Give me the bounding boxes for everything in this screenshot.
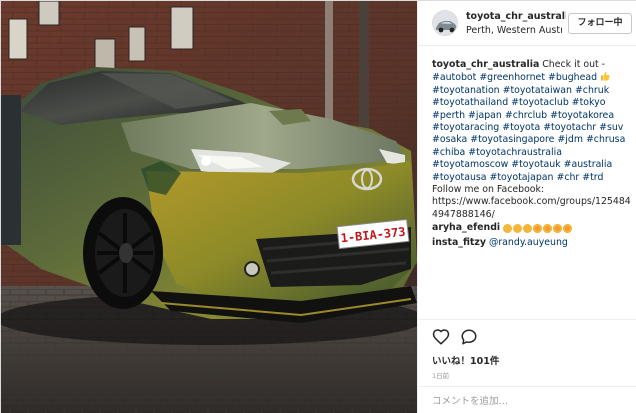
heart-eyes-face-icon (563, 224, 573, 234)
caption-lead-text: Check it out - (542, 59, 606, 70)
hashtag[interactable]: #toyotauk (511, 159, 560, 170)
thumbs-up-icon (601, 72, 610, 81)
hashtag[interactable]: #suv (599, 122, 623, 133)
comment-input[interactable] (432, 393, 622, 409)
hashtag[interactable]: #chrusa (586, 134, 625, 145)
hashtag[interactable]: #greenhornet (479, 72, 545, 83)
facebook-link[interactable]: https://www.facebook.com/groups/12548449… (432, 196, 631, 219)
hashtag[interactable]: #autobot (432, 72, 476, 83)
avatar[interactable] (432, 10, 458, 36)
hashtag[interactable]: #toyotamoscow (432, 159, 508, 170)
comment-item: aryha_efendi (432, 222, 632, 235)
hashtag[interactable]: #australia (564, 159, 613, 170)
hashtag[interactable]: #toyotakorea (550, 110, 614, 121)
header-username[interactable]: toyota_chr_australia (466, 11, 566, 22)
post-timestamp[interactable]: 1日前 (432, 370, 449, 380)
post-caption: toyota_chr_australia Check it out - #aut… (432, 59, 632, 249)
heart-icon[interactable] (432, 328, 450, 346)
caption-follow-text: Follow me on Facebook: (432, 184, 545, 196)
comment-username[interactable]: aryha_efendi (432, 222, 500, 233)
grinning-face-icon (523, 224, 533, 234)
caption-username[interactable]: toyota_chr_australia (432, 59, 539, 70)
speech-bubble-icon[interactable] (460, 328, 478, 346)
post-actions: いいね！101件 1日前 (418, 319, 636, 413)
hashtag[interactable]: #toyotaclub (511, 97, 569, 108)
hashtag[interactable]: #toyotasingapore (470, 134, 554, 145)
hashtag[interactable]: #toyotathailand (432, 97, 508, 108)
add-comment-bar (418, 386, 636, 413)
post-header: toyota_chr_australia Perth, Western Aust… (418, 1, 636, 46)
hashtag[interactable]: #chr (556, 172, 579, 183)
hashtag[interactable]: #chrclub (505, 110, 547, 121)
hashtag[interactable]: #chiba (432, 147, 465, 158)
hashtag[interactable]: #toyotanation (432, 85, 500, 96)
heart-eyes-face-icon (553, 224, 563, 234)
heart-eyes-face-icon (533, 224, 543, 234)
hashtag[interactable]: #chruk (575, 85, 609, 96)
following-button[interactable]: フォロー中 (568, 13, 632, 34)
like-count[interactable]: いいね！101件 (432, 353, 499, 367)
grinning-face-icon (503, 224, 513, 234)
grinning-face-icon (513, 224, 523, 234)
heart-eyes-face-icon (543, 224, 553, 234)
post-details-panel: toyota_chr_australia Perth, Western Aust… (417, 1, 636, 413)
comment-username[interactable]: insta_fitzy (432, 237, 486, 248)
hashtag[interactable]: #perth (432, 110, 465, 121)
comment-mention[interactable]: @randy.auyeung (489, 237, 568, 248)
hashtag[interactable]: #toyotataiwan (503, 85, 572, 96)
post-photo[interactable]: 1-BIA-373 (1, 1, 417, 413)
hashtag[interactable]: #toyotaracing (432, 122, 499, 133)
hashtag[interactable]: #tokyo (572, 97, 606, 108)
hashtag[interactable]: #toyotachr (543, 122, 596, 133)
hashtag[interactable]: #jdm (557, 134, 583, 145)
car-photo-illustration: 1-BIA-373 (1, 1, 417, 413)
hashtag[interactable]: #toyotajapan (490, 172, 554, 183)
hashtag[interactable]: #bughead (548, 72, 597, 83)
instagram-post-window: 1-BIA-373 toyota_chr_australia Perth, We… (0, 0, 636, 413)
emoji-icon-group (503, 223, 573, 235)
avatar-car-icon (433, 11, 457, 35)
header-location[interactable]: Perth, Western Australia (466, 25, 562, 36)
hashtag[interactable]: #toyotausa (432, 172, 487, 183)
hashtag[interactable]: #toyotachraustralia (468, 147, 562, 158)
hashtag[interactable]: #osaka (432, 134, 467, 145)
comment-item: insta_fitzy @randy.auyeung (432, 237, 632, 249)
hashtag[interactable]: #japan (468, 110, 502, 121)
hashtag[interactable]: #toyota (502, 122, 540, 133)
hashtag[interactable]: #trd (582, 172, 603, 183)
